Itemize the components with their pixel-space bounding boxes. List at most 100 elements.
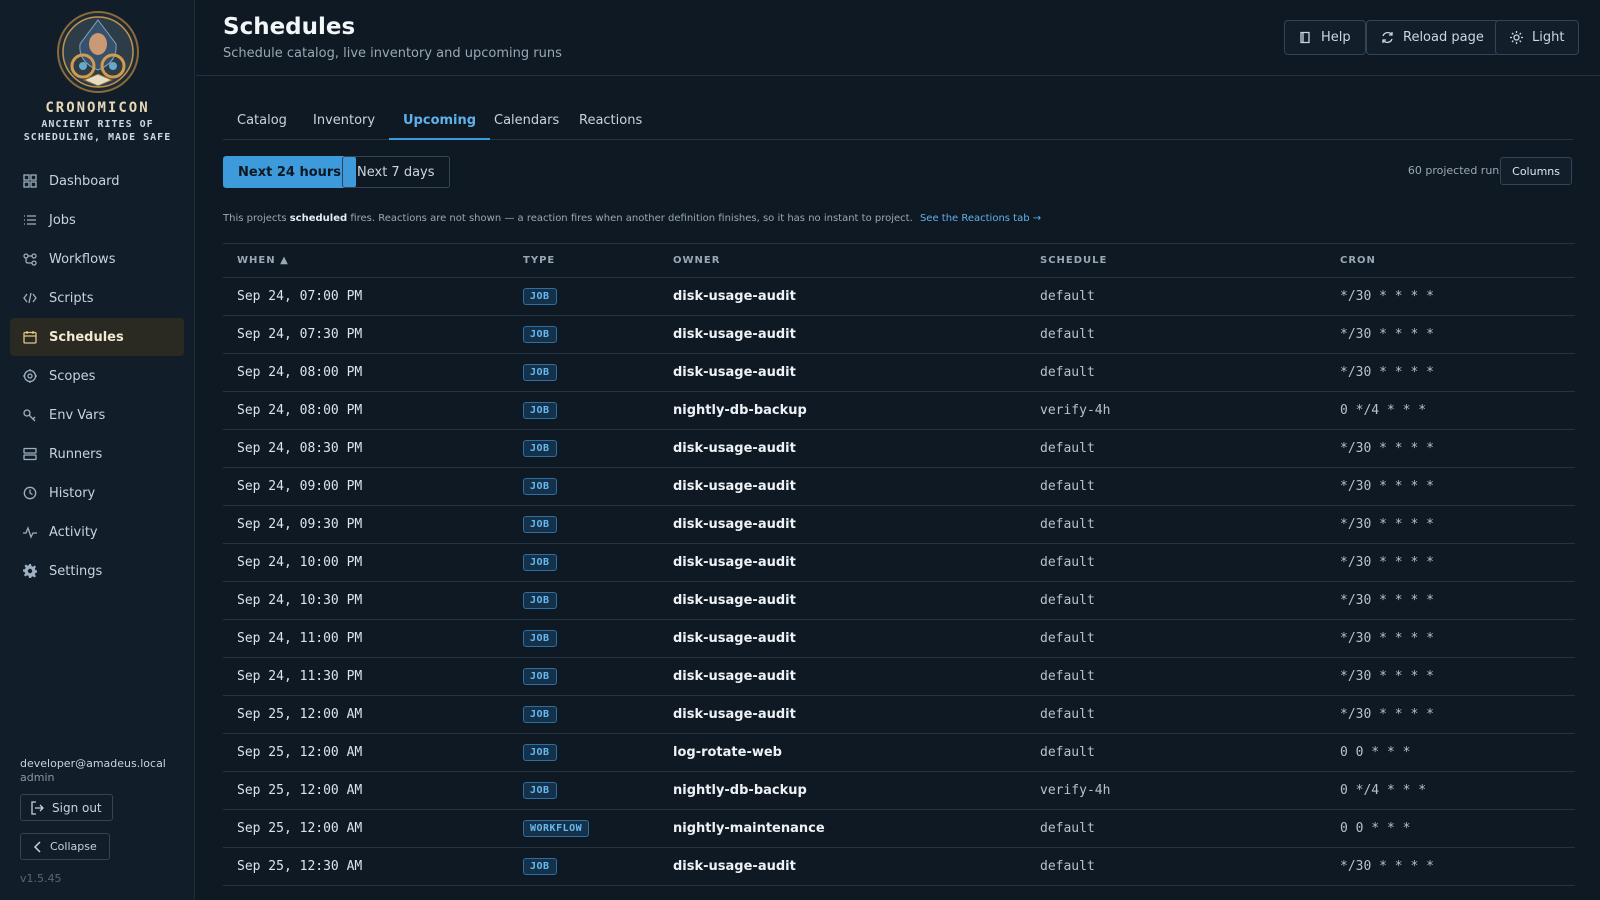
- sidebar-item-activity[interactable]: Activity: [10, 513, 184, 551]
- theme-toggle-button[interactable]: Light: [1495, 20, 1580, 55]
- type-badge: JOB: [523, 668, 557, 685]
- theme-label: Light: [1532, 30, 1565, 45]
- schedule-name: default: [1040, 707, 1095, 722]
- hooded-figure-logo-icon: [56, 11, 139, 93]
- table-row[interactable]: Sep 25, 12:30 AM JOB disk-usage-audit defau…: [223, 848, 1575, 886]
- table-row[interactable]: Sep 24, 11:00 PM JOB disk-usage-audit defau…: [223, 620, 1575, 658]
- owner-name: disk-usage-audit: [673, 859, 796, 874]
- table-row[interactable]: Sep 24, 08:00 PM JOB nightly-db-backup veri…: [223, 392, 1575, 430]
- schedule-name: default: [1040, 821, 1095, 836]
- tab-calendars[interactable]: Calendars: [480, 105, 573, 140]
- sign-out-label: Sign out: [52, 800, 102, 815]
- cron-expression: */30 * * * *: [1340, 479, 1434, 494]
- cron-expression: 0 */4 * * *: [1340, 403, 1427, 418]
- type-cell: JOB: [523, 592, 673, 609]
- owner-name: nightly-db-backup: [673, 783, 807, 798]
- run-time: Sep 24, 11:30 PM: [237, 669, 363, 684]
- table-row[interactable]: Sep 24, 08:00 PM JOB disk-usage-audit defau…: [223, 354, 1575, 392]
- table-row[interactable]: Sep 25, 12:00 AM JOB log-rotate-web default…: [223, 734, 1575, 772]
- sidebar-item-scripts[interactable]: Scripts: [10, 279, 184, 317]
- table-row[interactable]: Sep 25, 12:00 AM JOB nightly-db-backup veri…: [223, 772, 1575, 810]
- brand-tagline: ANCIENT RITES OF SCHEDULING, MADE SAFE: [23, 119, 172, 143]
- sidebar-item-env-vars[interactable]: Env Vars: [10, 396, 184, 434]
- type-badge: JOB: [523, 440, 557, 457]
- type-badge: JOB: [523, 782, 557, 799]
- table-row[interactable]: Sep 24, 07:30 PM JOB disk-usage-audit defau…: [223, 316, 1575, 354]
- tab-reactions[interactable]: Reactions: [565, 105, 656, 140]
- owner-name: disk-usage-audit: [673, 517, 796, 532]
- target-icon: [23, 369, 37, 383]
- tab-catalog[interactable]: Catalog: [223, 105, 301, 140]
- column-header-type[interactable]: TYPE: [523, 255, 673, 266]
- sidebar-item-scopes[interactable]: Scopes: [10, 357, 184, 395]
- sidebar-item-settings[interactable]: Settings: [10, 552, 184, 590]
- sidebar-item-workflows[interactable]: Workflows: [10, 240, 184, 278]
- sidebar-item-jobs[interactable]: Jobs: [10, 201, 184, 239]
- reactions-tab-link[interactable]: See the Reactions tab →: [920, 213, 1041, 224]
- sidebar-nav: Dashboard Jobs Workflows Scripts Schedul…: [10, 162, 184, 591]
- owner-name: disk-usage-audit: [673, 365, 796, 380]
- type-badge: JOB: [523, 630, 557, 647]
- schedule-name: verify-4h: [1040, 403, 1111, 418]
- sidebar-item-label: Workflows: [49, 251, 116, 267]
- sidebar-item-dashboard[interactable]: Dashboard: [10, 162, 184, 200]
- type-cell: JOB: [523, 288, 673, 305]
- cron-expression: 0 */4 * * *: [1340, 783, 1427, 798]
- sign-out-button[interactable]: Sign out: [20, 794, 113, 821]
- tab-inventory[interactable]: Inventory: [299, 105, 389, 140]
- table-row[interactable]: Sep 24, 11:30 PM JOB disk-usage-audit defau…: [223, 658, 1575, 696]
- column-header-when[interactable]: WHEN ▲: [223, 255, 523, 266]
- sidebar-item-history[interactable]: History: [10, 474, 184, 512]
- sidebar-item-schedules[interactable]: Schedules: [10, 318, 184, 356]
- schedule-name: default: [1040, 479, 1095, 494]
- type-badge: JOB: [523, 364, 557, 381]
- cron-expression: 0 0 * * *: [1340, 821, 1411, 836]
- table-row[interactable]: Sep 24, 10:30 PM JOB disk-usage-audit defau…: [223, 582, 1575, 620]
- next-7-days-button[interactable]: Next 7 days: [342, 156, 450, 188]
- type-cell: JOB: [523, 782, 673, 799]
- column-header-schedule[interactable]: SCHEDULE: [1040, 255, 1340, 266]
- type-cell: JOB: [523, 630, 673, 647]
- cron-expression: 0 0 * * *: [1340, 745, 1411, 760]
- table-row[interactable]: Sep 24, 07:00 PM JOB disk-usage-audit defau…: [223, 278, 1575, 316]
- type-cell: JOB: [523, 364, 673, 381]
- sidebar-item-runners[interactable]: Runners: [10, 435, 184, 473]
- owner-name: disk-usage-audit: [673, 289, 796, 304]
- clock-icon: [23, 486, 37, 500]
- type-cell: JOB: [523, 706, 673, 723]
- sun-icon: [1510, 31, 1523, 44]
- owner-name: disk-usage-audit: [673, 593, 796, 608]
- type-cell: JOB: [523, 668, 673, 685]
- help-button[interactable]: Help: [1284, 20, 1366, 55]
- owner-name: nightly-db-backup: [673, 403, 807, 418]
- run-time: Sep 24, 10:30 PM: [237, 593, 363, 608]
- table-row[interactable]: Sep 24, 09:00 PM JOB disk-usage-audit defau…: [223, 468, 1575, 506]
- reload-page-button[interactable]: Reload page: [1366, 20, 1499, 55]
- type-badge: JOB: [523, 516, 557, 533]
- type-badge: JOB: [523, 858, 557, 875]
- table-row[interactable]: Sep 24, 10:00 PM JOB disk-usage-audit defau…: [223, 544, 1575, 582]
- column-header-cron[interactable]: CRON: [1340, 255, 1575, 266]
- type-cell: JOB: [523, 402, 673, 419]
- help-label: Help: [1321, 30, 1351, 45]
- run-time: Sep 24, 07:30 PM: [237, 327, 363, 342]
- sidebar-item-label: Jobs: [49, 212, 76, 228]
- sidebar-item-label: Activity: [49, 524, 98, 540]
- column-header-owner[interactable]: OWNER: [673, 255, 1040, 266]
- owner-name: log-rotate-web: [673, 745, 782, 760]
- cron-expression: */30 * * * *: [1340, 859, 1434, 874]
- type-badge: JOB: [523, 478, 557, 495]
- brand-name: CRONOMICON: [45, 100, 150, 116]
- table-row[interactable]: Sep 24, 08:30 PM JOB disk-usage-audit defau…: [223, 430, 1575, 468]
- table-row[interactable]: Sep 25, 12:00 AM JOB disk-usage-audit defau…: [223, 696, 1575, 734]
- cron-expression: */30 * * * *: [1340, 707, 1434, 722]
- table-row[interactable]: Sep 25, 12:00 AM WORKFLOW nightly-maintena…: [223, 810, 1575, 848]
- type-badge: JOB: [523, 554, 557, 571]
- next-24-hours-button[interactable]: Next 24 hours: [223, 156, 357, 188]
- columns-button[interactable]: Columns: [1500, 157, 1572, 185]
- run-time: Sep 24, 09:30 PM: [237, 517, 363, 532]
- tab-upcoming[interactable]: Upcoming: [389, 105, 491, 140]
- table-row[interactable]: Sep 24, 09:30 PM JOB disk-usage-audit defau…: [223, 506, 1575, 544]
- collapse-sidebar-button[interactable]: Collapse: [20, 833, 110, 860]
- owner-name: disk-usage-audit: [673, 327, 796, 342]
